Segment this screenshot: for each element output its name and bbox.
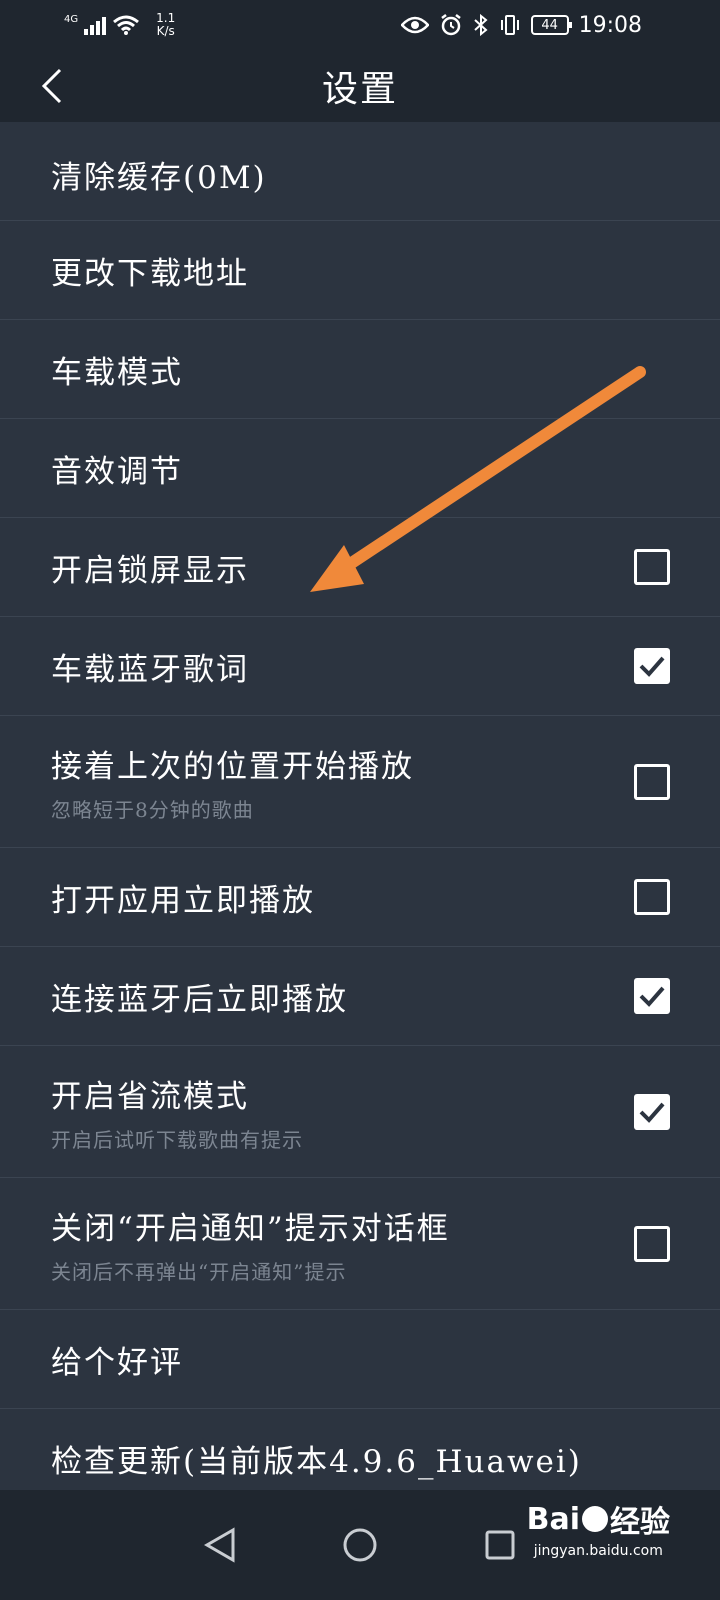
battery-level: 44 [541,17,558,33]
eye-icon [400,16,429,34]
nav-back-icon [203,1527,235,1563]
speed-value: 1.1 [156,11,176,25]
setting-change-download-path[interactable]: 更改下载地址 [0,221,720,320]
setting-car-bluetooth-lyrics[interactable]: 车载蓝牙歌词 [0,617,720,716]
nav-recents-icon [485,1530,515,1560]
signal-icon [84,15,107,35]
status-bar: 4G 1.1 K/s 44 19:08 [0,0,720,50]
setting-label: 音效调节 [51,453,183,490]
setting-sublabel: 开启后试听下载歌曲有提示 [51,1127,303,1152]
setting-disable-notification-prompt[interactable]: 关闭“开启通知”提示对话框 关闭后不再弹出“开启通知”提示 [0,1178,720,1310]
baidu-watermark: Bai 经验 jingyan.baidu.com [526,1497,670,1560]
setting-autoplay-on-bluetooth[interactable]: 连接蓝牙后立即播放 [0,947,720,1046]
autoplay-on-open-checkbox[interactable] [634,879,670,915]
setting-lockscreen-display[interactable]: 开启锁屏显示 [0,518,720,617]
nav-back-button[interactable] [196,1521,244,1569]
setting-sublabel: 忽略短于8分钟的歌曲 [51,797,254,822]
car-bluetooth-lyrics-checkbox[interactable] [634,648,670,684]
setting-label: 打开应用立即播放 [51,882,315,919]
speed-unit: K/s [156,24,175,38]
vibrate-icon [500,15,519,35]
battery-icon: 44 [530,15,572,35]
setting-label: 车载蓝牙歌词 [51,651,249,688]
bluetooth-icon [473,13,488,37]
network-speed: 1.1 K/s [156,12,175,38]
setting-label: 车载模式 [51,354,183,391]
nav-home-button[interactable] [336,1521,384,1569]
top-app-bar: 设置 [0,50,720,122]
network-type: 4G [64,14,79,25]
watermark-brand-left: Bai [526,1501,580,1537]
status-time: 19:08 [578,12,642,38]
setting-label: 开启省流模式 [51,1078,249,1115]
data-saver-checkbox[interactable] [634,1093,670,1130]
setting-sound-effects[interactable]: 音效调节 [0,419,720,518]
setting-label: 接着上次的位置开始播放 [51,748,414,785]
setting-label: 连接蓝牙后立即播放 [51,981,348,1018]
resume-playback-checkbox[interactable] [634,763,670,800]
status-left: 4G 1.1 K/s [64,12,175,38]
back-arrow-icon [41,68,62,104]
checkmark-icon [639,656,665,677]
setting-label: 更改下载地址 [51,255,249,292]
back-button[interactable] [28,62,76,110]
setting-label: 检查更新(当前版本4.9.6_Huawei) [51,1444,582,1480]
page-title: 设置 [321,69,398,110]
watermark-url: jingyan.baidu.com [533,1543,663,1559]
setting-label: 开启锁屏显示 [51,552,249,589]
status-right: 44 19:08 [400,12,642,38]
setting-sublabel: 关闭后不再弹出“开启通知”提示 [51,1259,347,1284]
setting-autoplay-on-open[interactable]: 打开应用立即播放 [0,848,720,947]
setting-car-mode[interactable]: 车载模式 [0,320,720,419]
setting-resume-playback[interactable]: 接着上次的位置开始播放 忽略短于8分钟的歌曲 [0,716,720,848]
nav-home-icon [343,1528,377,1562]
baidu-paw-icon [582,1506,608,1532]
setting-label: 给个好评 [51,1344,183,1381]
setting-label: 清除缓存(0M) [51,159,267,196]
setting-clear-cache[interactable]: 清除缓存(0M) [0,128,720,221]
watermark-brand-right: 经验 [610,1505,670,1540]
checkmark-icon [639,1102,665,1123]
nav-recents-button[interactable] [476,1521,524,1569]
settings-list: 清除缓存(0M) 更改下载地址 车载模式 音效调节 开启锁屏显示 车载蓝牙歌词 … [0,128,720,1508]
wifi-icon [113,15,140,35]
setting-label: 关闭“开启通知”提示对话框 [51,1210,450,1247]
setting-rate-app[interactable]: 给个好评 [0,1310,720,1409]
checkmark-icon [639,986,665,1007]
disable-notification-prompt-checkbox[interactable] [634,1225,670,1262]
setting-data-saver[interactable]: 开启省流模式 开启后试听下载歌曲有提示 [0,1046,720,1178]
autoplay-on-bluetooth-checkbox[interactable] [634,978,670,1014]
lockscreen-display-checkbox[interactable] [634,549,670,585]
alarm-icon [440,14,461,36]
